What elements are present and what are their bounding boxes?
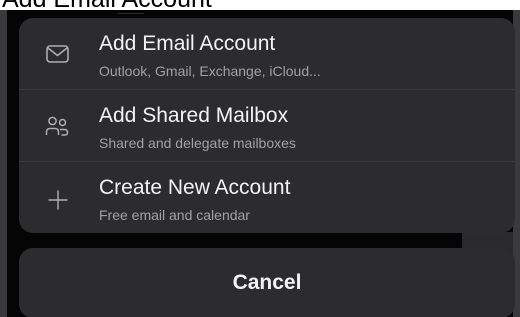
add-shared-mailbox-option[interactable]: Add Shared Mailbox Shared and delegate m… <box>19 90 515 162</box>
cancel-button[interactable]: Cancel <box>19 248 515 317</box>
account-options-sheet: Add Email Account Outlook, Gmail, Exchan… <box>19 18 515 233</box>
option-title: Create New Account <box>99 176 291 199</box>
background-page-title: Add Email Account <box>0 0 212 10</box>
cancel-button-label: Cancel <box>232 271 302 294</box>
option-subtitle: Shared and delegate mailboxes <box>99 135 296 151</box>
option-title: Add Shared Mailbox <box>99 104 289 127</box>
screen: Add Email Account Add Email Account Outl… <box>0 0 520 317</box>
people-icon <box>43 114 73 140</box>
create-new-account-option[interactable]: Create New Account Free email and calend… <box>19 162 515 233</box>
option-subtitle: Free email and calendar <box>99 207 250 223</box>
plus-icon <box>43 186 73 212</box>
option-subtitle: Outlook, Gmail, Exchange, iCloud... <box>99 63 321 79</box>
envelope-icon <box>43 42 73 68</box>
add-email-account-option[interactable]: Add Email Account Outlook, Gmail, Exchan… <box>19 18 515 90</box>
background-panel-left <box>0 10 7 317</box>
option-title: Add Email Account <box>99 32 276 55</box>
